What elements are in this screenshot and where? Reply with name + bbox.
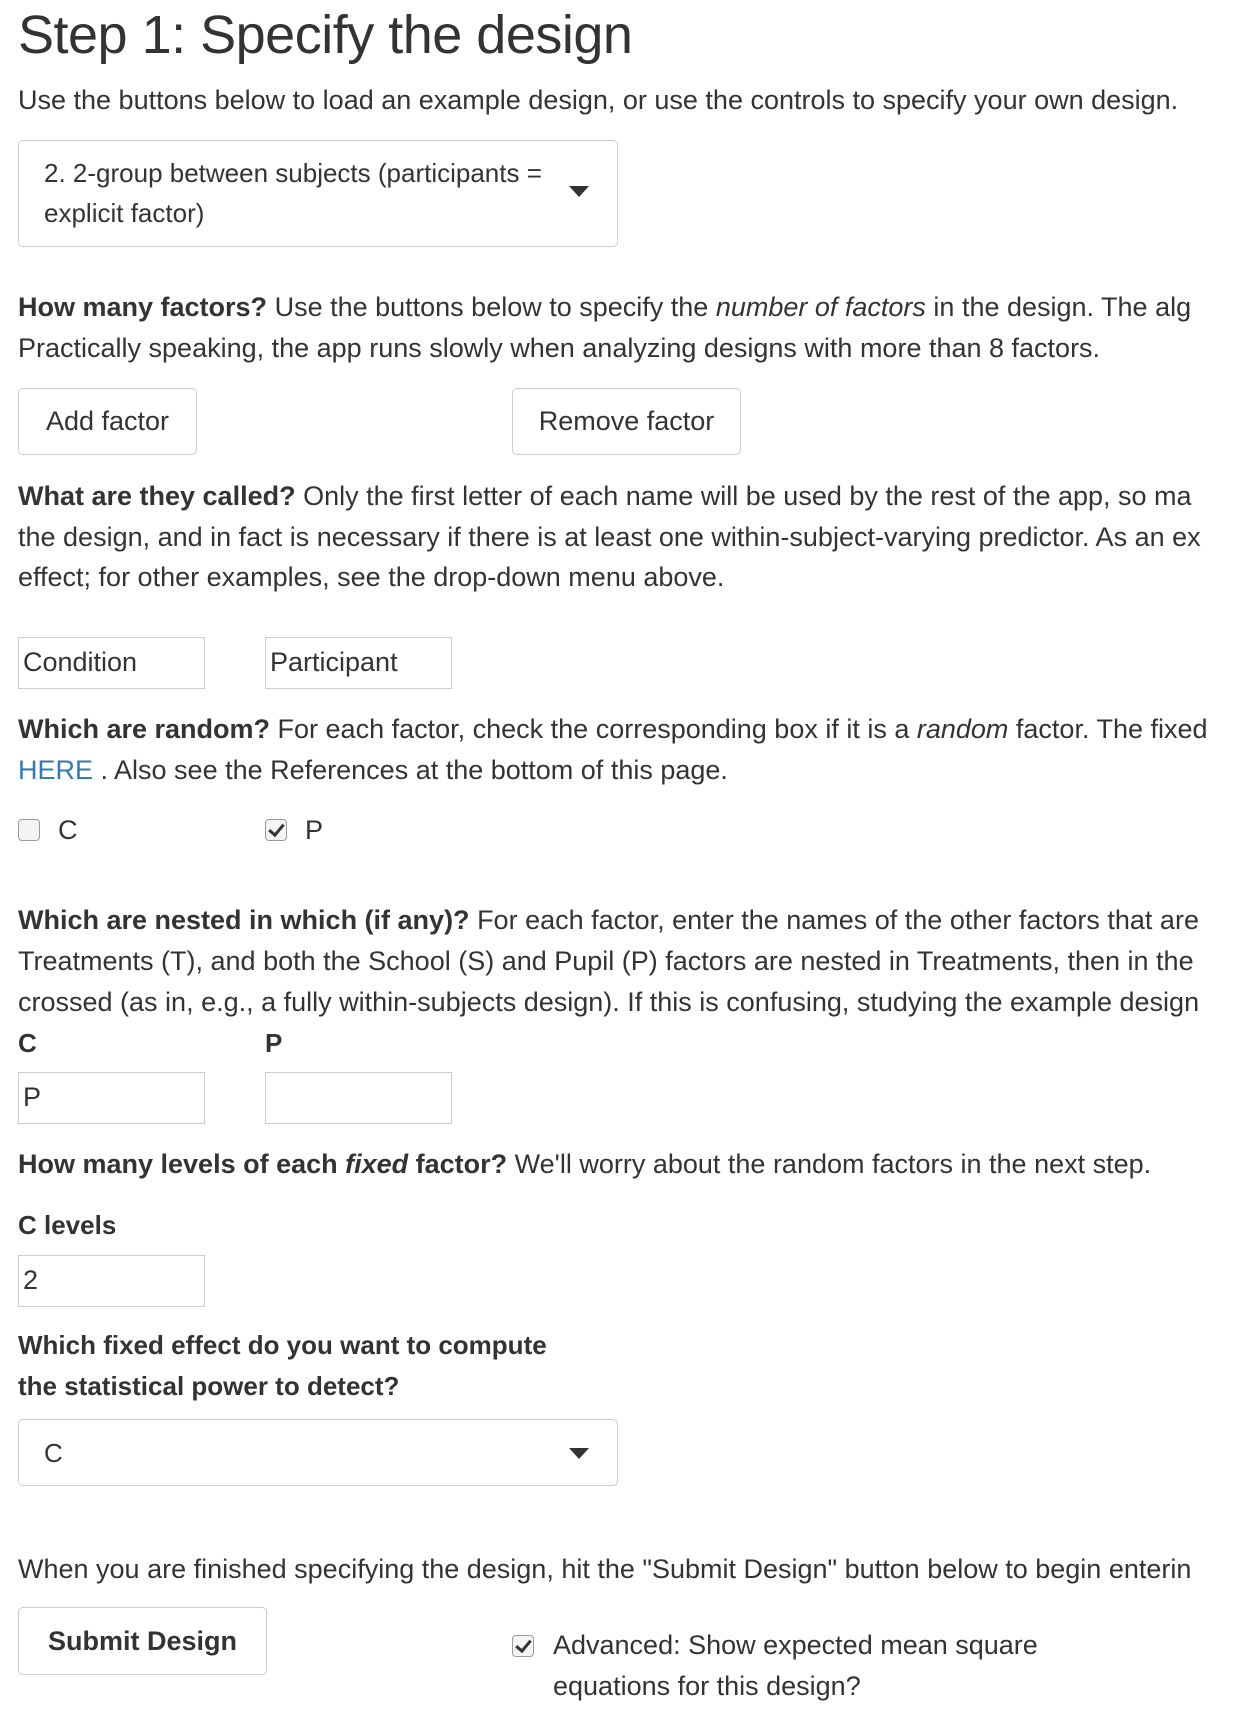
nested-text: Which are nested in which (if any)? For … [18,900,1236,940]
factor-name-input-2[interactable]: Participant [265,637,452,689]
chevron-down-icon [569,186,589,197]
power-question-line1: Which fixed effect do you want to comput… [18,1330,547,1360]
remove-factor-button[interactable]: Remove factor [512,388,741,455]
power-question-line2: the statistical power to detect? [18,1371,400,1401]
nested-input-c[interactable]: P [18,1072,205,1124]
levels-heading: How many levels of each fixed factor? [18,1149,507,1179]
levels-text-body: We'll worry about the random factors in … [507,1149,1152,1179]
factors-text-em: number of factors [715,292,926,322]
factors-text-b: in the design. The alg [925,292,1192,322]
page-title: Step 1: Specify the design [18,5,633,65]
factor-name-input-1[interactable]: Condition [18,637,205,689]
nested-heading: Which are nested in which (if any)? [18,905,470,935]
levels-heading-a: How many levels of each [18,1149,346,1179]
intro-text: Use the buttons below to load an example… [18,85,1179,115]
random-text-a: For each factor, check the corresponding… [270,714,917,744]
factors-text-line2: Practically speaking, the app runs slowl… [18,333,1101,363]
power-effect-selected: C [44,1438,63,1468]
names-text1: Only the first letter of each name will … [295,481,1192,511]
random-text-after-link: . Also see the References at the bottom … [93,755,728,785]
random-text-b: factor. The fixed [1008,714,1208,744]
add-factor-button[interactable]: Add factor [18,388,197,455]
names-text-line2: the design, and in fact is necessary if … [18,522,1201,552]
levels-heading-b: factor? [408,1149,508,1179]
example-design-line2: explicit factor) [44,198,205,228]
submit-design-button[interactable]: Submit Design [18,1607,267,1675]
random-checkbox-p[interactable] [265,819,287,841]
here-link[interactable]: HERE [18,755,93,785]
c-levels-input[interactable]: 2 [18,1255,205,1307]
nested-text1: For each factor, enter the names of the … [469,905,1199,935]
levels-heading-em: fixed [345,1149,409,1179]
nested-text-line2: Treatments (T), and both the School (S) … [18,946,1194,976]
random-text-em: random [916,714,1009,744]
levels-text: How many levels of each fixed factor? We… [18,1144,1236,1184]
submit-instructions: When you are finished specifying the des… [18,1554,1192,1584]
random-checkbox-c-label: C [58,815,78,845]
names-text: What are they called? Only the first let… [18,476,1236,516]
nested-label-c: C [18,1028,37,1058]
random-checkbox-c[interactable] [18,819,40,841]
example-design-line1: 2. 2-group between subjects (participant… [44,158,542,188]
advanced-checkbox-label-line1: Advanced: Show expected mean square [553,1630,1038,1660]
nested-input-p[interactable] [265,1072,452,1124]
factors-text-a: Use the buttons below to specify the [267,292,716,322]
factors-text: How many factors? Use the buttons below … [18,287,1236,327]
example-design-select[interactable]: 2. 2-group between subjects (participant… [18,140,618,247]
power-effect-select[interactable]: C [18,1419,618,1486]
advanced-checkbox-label-line2: equations for this design? [553,1671,861,1701]
random-text: Which are random? For each factor, check… [18,709,1236,749]
names-text-line3: effect; for other examples, see the drop… [18,562,725,592]
random-heading: Which are random? [18,714,271,744]
chevron-down-icon [569,1448,589,1459]
nested-text-line3: crossed (as in, e.g., a fully within-sub… [18,987,1200,1017]
random-checkbox-p-label: P [305,815,324,845]
nested-label-p: P [265,1028,283,1058]
advanced-checkbox[interactable] [512,1635,534,1657]
c-levels-label: C levels [18,1210,117,1240]
names-heading: What are they called? [18,481,296,511]
factors-heading: How many factors? [18,292,268,322]
random-text-line2: HERE . Also see the References at the bo… [18,750,1236,790]
